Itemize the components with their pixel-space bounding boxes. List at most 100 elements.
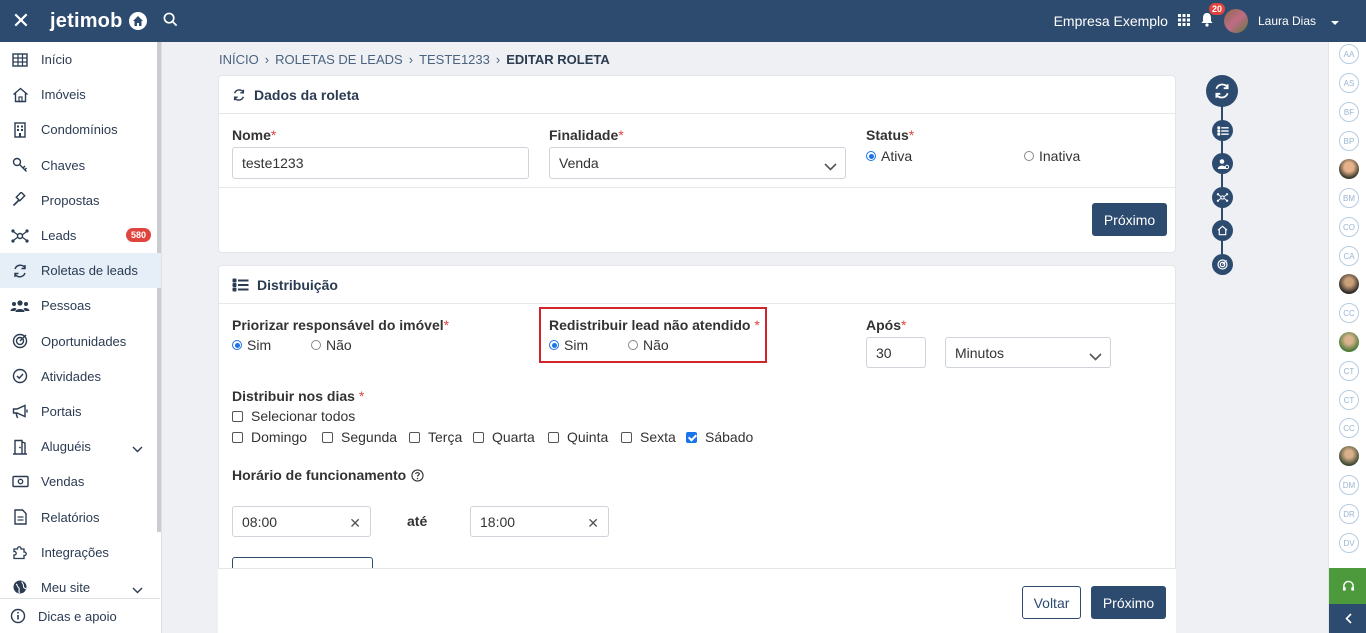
avatar[interactable]: CC — [1339, 303, 1359, 323]
chevron-down-icon[interactable] — [132, 441, 143, 456]
avatar[interactable]: CT — [1339, 390, 1359, 410]
sidebar-item-pessoas[interactable]: Pessoas — [0, 288, 161, 323]
avatar[interactable]: BP — [1339, 131, 1359, 151]
status-label: Status* — [866, 127, 915, 143]
target-icon — [10, 331, 30, 351]
avatar[interactable]: CA — [1339, 246, 1359, 266]
apos-unit-select[interactable]: Minutos — [945, 337, 1111, 368]
document-icon — [10, 507, 30, 527]
form-footer: Voltar Próximo — [218, 568, 1176, 633]
avatar[interactable]: DM — [1339, 475, 1359, 495]
day-terca-checkbox[interactable]: Terça — [409, 429, 462, 445]
avatar[interactable]: AS — [1339, 73, 1359, 93]
grid-icon — [10, 50, 30, 70]
breadcrumb-roletas[interactable]: ROLETAS DE LEADS — [275, 52, 403, 67]
avatar[interactable]: CT — [1339, 361, 1359, 381]
chevron-right-icon: › — [264, 52, 270, 67]
sidebar-item-label: Oportunidades — [41, 333, 127, 349]
step-users-icon[interactable] — [1212, 153, 1233, 174]
priorizar-label: Priorizar responsável do imóvel* — [232, 317, 450, 333]
avatar-photo[interactable] — [1339, 332, 1359, 352]
collapse-panel-button[interactable] — [1329, 604, 1366, 633]
step-house-icon[interactable] — [1212, 220, 1233, 241]
help-tips-link[interactable]: Dicas e apoio — [0, 598, 160, 633]
end-time-input[interactable]: 18:00 ✕ — [470, 506, 609, 537]
status-ativa-radio[interactable]: Ativa — [866, 148, 912, 164]
sidebar-item-relatorios[interactable]: Relatórios — [0, 499, 161, 534]
nome-input[interactable]: teste1233 — [232, 147, 529, 179]
support-chat-button[interactable] — [1329, 568, 1366, 604]
avatar-photo[interactable] — [1339, 274, 1359, 294]
next-button[interactable]: Próximo — [1091, 586, 1166, 619]
avatar[interactable]: AA — [1339, 44, 1359, 64]
breadcrumb-teste[interactable]: TESTE1233 — [419, 52, 490, 67]
step-target-icon[interactable] — [1212, 254, 1233, 275]
avatar[interactable]: BM — [1339, 188, 1359, 208]
sidebar-item-label: Aluguéis — [41, 439, 91, 455]
sidebar-item-roletas-de-leads[interactable]: Roletas de leads — [0, 253, 161, 289]
clear-icon[interactable]: ✕ — [349, 515, 361, 532]
close-icon[interactable]: ✕ — [0, 0, 42, 42]
next-button[interactable]: Próximo — [1092, 203, 1167, 236]
step-distribuicao-icon[interactable] — [1212, 120, 1233, 141]
sidebar-item-portais[interactable]: Portais — [0, 394, 161, 429]
redistribuir-nao-radio[interactable]: Não — [628, 337, 669, 353]
sidebar-item-condominios[interactable]: Condomínios — [0, 112, 161, 147]
avatar-photo[interactable] — [1339, 159, 1359, 179]
sidebar-item-inicio[interactable]: Início — [0, 42, 161, 77]
day-sexta-checkbox[interactable]: Sexta — [621, 429, 676, 445]
avatar-photo[interactable] — [1339, 446, 1359, 466]
day-segunda-checkbox[interactable]: Segunda — [322, 429, 397, 445]
status-inativa-radio[interactable]: Inativa — [1024, 148, 1080, 164]
card-title: Dados da roleta — [254, 86, 360, 103]
avatar[interactable]: DR — [1339, 504, 1359, 524]
breadcrumb-inicio[interactable]: INÍCIO — [219, 52, 259, 67]
day-sabado-checkbox[interactable]: Sábado — [686, 429, 753, 445]
user-name[interactable]: Laura Dias — [1258, 14, 1316, 28]
help-question-icon[interactable] — [411, 468, 424, 482]
logo[interactable]: jetimob — [50, 10, 147, 33]
sidebar-item-vendas[interactable]: Vendas — [0, 464, 161, 499]
sidebar-item-atividades[interactable]: Atividades — [0, 359, 161, 394]
step-network-icon[interactable] — [1212, 187, 1233, 208]
priorizar-sim-radio[interactable]: Sim — [232, 337, 271, 353]
priorizar-nao-radio[interactable]: Não — [311, 337, 352, 353]
apps-grid-icon[interactable] — [1177, 13, 1190, 29]
company-name[interactable]: Empresa Exemplo — [1054, 13, 1168, 29]
sidebar-item-leads[interactable]: Leads 580 — [0, 218, 161, 253]
avatar[interactable]: CO — [1339, 217, 1359, 237]
finalidade-value: Venda — [559, 155, 599, 171]
search-icon[interactable] — [163, 12, 178, 30]
sidebar-item-propostas[interactable]: Propostas — [0, 183, 161, 218]
avatar[interactable]: BF — [1339, 102, 1359, 122]
logo-text: jetimob — [50, 9, 123, 32]
user-avatar[interactable] — [1223, 9, 1248, 33]
start-time-input[interactable]: 08:00 ✕ — [232, 506, 371, 537]
sidebar-item-chaves[interactable]: Chaves — [0, 148, 161, 183]
redistribuir-sim-radio[interactable]: Sim — [549, 337, 588, 353]
sidebar-item-label: Chaves — [41, 157, 86, 173]
day-quinta-checkbox[interactable]: Quinta — [548, 429, 608, 445]
avatar[interactable]: DV — [1339, 533, 1359, 553]
clear-icon[interactable]: ✕ — [587, 515, 599, 532]
day-quarta-checkbox[interactable]: Quarta — [473, 429, 535, 445]
avatar[interactable]: CC — [1339, 418, 1359, 438]
chevron-down-icon[interactable] — [132, 582, 143, 597]
sidebar-item-integracoes[interactable]: Integrações — [0, 535, 161, 570]
dados-roleta-card: Dados da roleta Nome* teste1233 Finalida… — [218, 75, 1176, 253]
day-domingo-checkbox[interactable]: Domingo — [232, 429, 307, 445]
notifications-bell-icon[interactable]: 20 — [1200, 3, 1225, 30]
card-title: Distribuição — [257, 276, 338, 293]
chevron-down-icon[interactable] — [1330, 15, 1340, 30]
apos-label: Após* — [866, 317, 907, 333]
sidebar-item-alugueis[interactable]: Aluguéis — [0, 429, 161, 464]
apos-input[interactable]: 30 — [866, 337, 926, 368]
select-all-checkbox[interactable]: Selecionar todos — [232, 408, 355, 424]
sidebar-item-imoveis[interactable]: Imóveis — [0, 77, 161, 112]
finalidade-select[interactable]: Venda — [549, 147, 846, 179]
sidebar-item-oportunidades[interactable]: Oportunidades — [0, 324, 161, 359]
step-roleta-icon[interactable] — [1206, 75, 1238, 107]
back-button[interactable]: Voltar — [1022, 586, 1081, 619]
redistribuir-label: Redistribuir lead não atendido * — [549, 317, 760, 333]
end-time-value: 18:00 — [480, 513, 516, 530]
